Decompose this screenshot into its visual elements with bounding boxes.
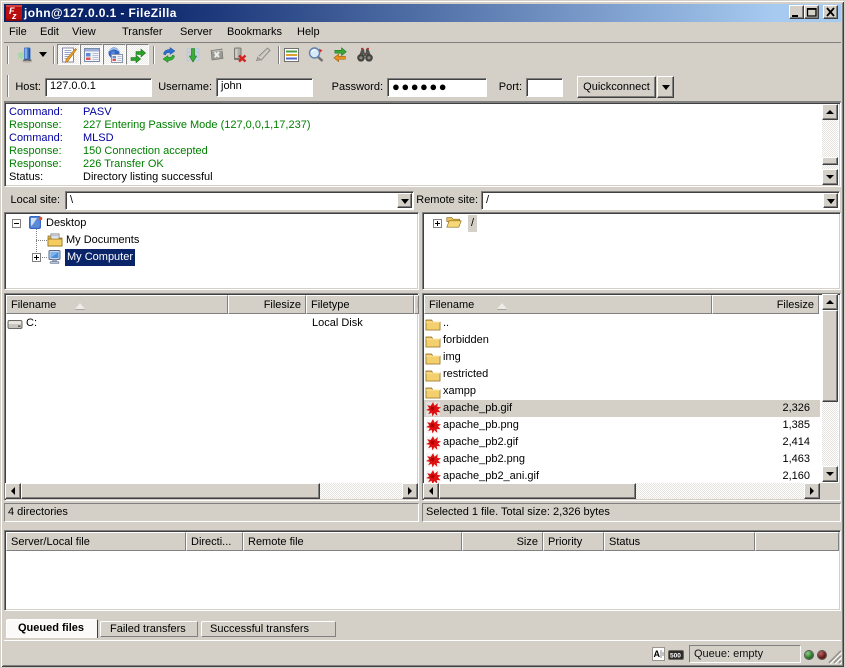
svg-text:500: 500: [670, 653, 681, 660]
svg-text:A: A: [654, 649, 661, 659]
svg-text:z: z: [11, 11, 17, 21]
